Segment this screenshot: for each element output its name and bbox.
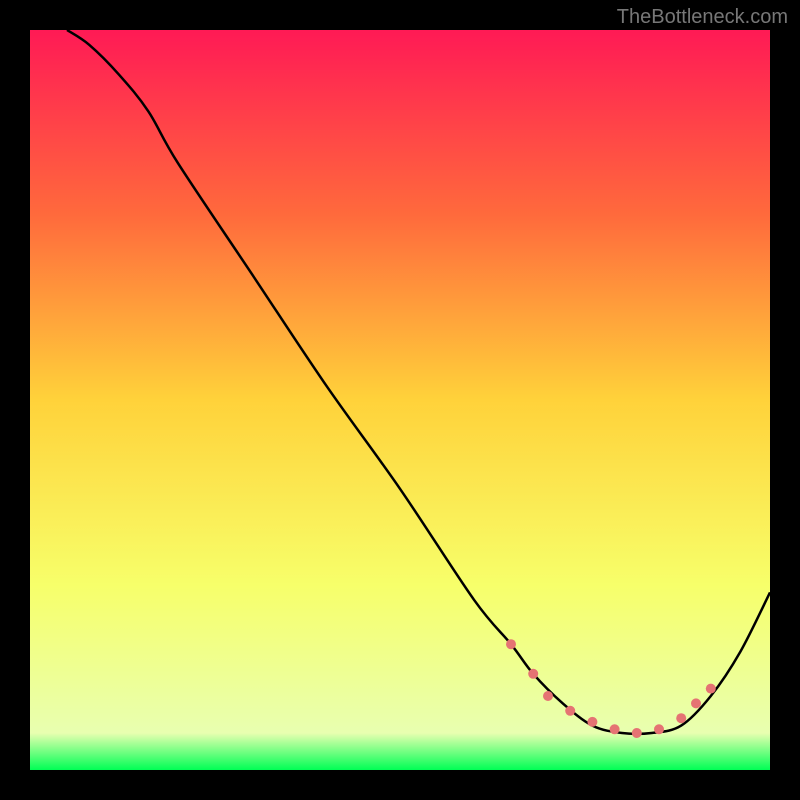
watermark-text: TheBottleneck.com — [617, 6, 788, 29]
highlight-dot — [587, 717, 597, 727]
highlight-dot — [506, 639, 516, 649]
highlight-dot — [654, 724, 664, 734]
chart-svg — [30, 30, 770, 770]
highlight-dot — [632, 728, 642, 738]
highlight-dot — [676, 713, 686, 723]
highlight-dot — [691, 698, 701, 708]
highlight-dot — [565, 706, 575, 716]
gradient-background — [30, 30, 770, 770]
highlight-dot — [610, 724, 620, 734]
plot-area — [30, 30, 770, 770]
highlight-dot — [706, 684, 716, 694]
highlight-dot — [543, 691, 553, 701]
highlight-dot — [528, 669, 538, 679]
chart-container: TheBottleneck.com — [0, 0, 800, 800]
